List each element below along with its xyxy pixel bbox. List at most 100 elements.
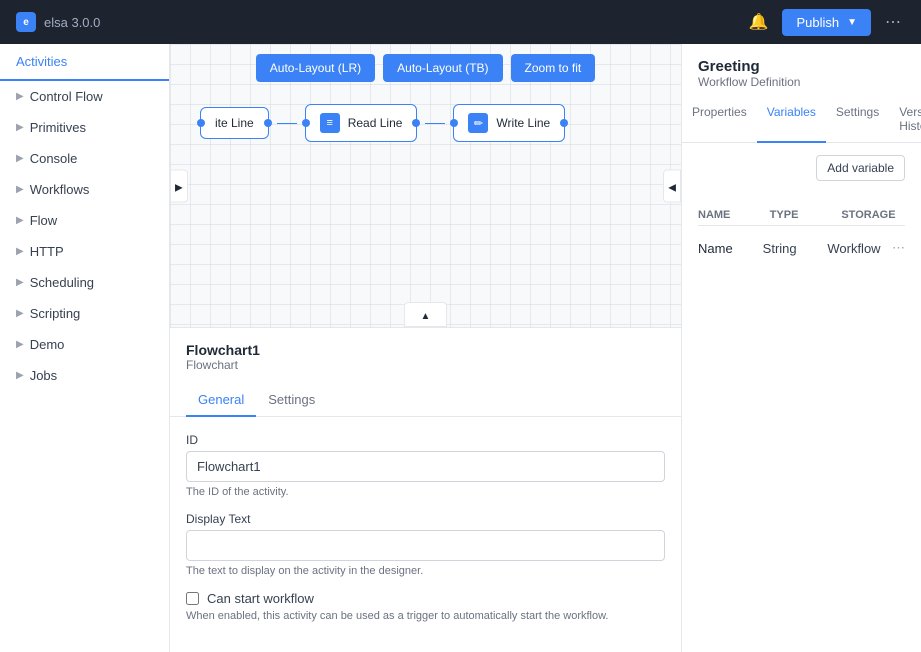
var-type: String [763, 241, 820, 256]
canvas-nodes: ite Line ≡ Read Line ✏ [170, 104, 681, 142]
id-field-group: ID The ID of the activity. [186, 433, 665, 498]
flow-node-write-line-2[interactable]: ✏ Write Line [453, 104, 565, 142]
bottom-panel: Flowchart1 Flowchart General Settings ID… [170, 327, 681, 652]
node-port-left [197, 119, 205, 127]
can-start-group: Can start workflow When enabled, this ac… [186, 591, 665, 622]
flow-node-write-line-1[interactable]: ite Line [200, 107, 269, 139]
sidebar-item-console[interactable]: ▶ Console [0, 143, 169, 174]
chevron-right-icon: ▶ [16, 215, 24, 226]
bottom-panel-toggle[interactable]: ▲ [404, 302, 448, 327]
tab-properties[interactable]: Properties [682, 97, 757, 143]
var-name: Name [698, 241, 755, 256]
id-hint: The ID of the activity. [186, 486, 665, 498]
right-panel-content: Add variable NAME TYPE STORAGE Name Stri… [682, 143, 921, 652]
col-header-type: TYPE [770, 209, 834, 221]
display-text-field-group: Display Text The text to display on the … [186, 512, 665, 577]
chevron-right-icon: ▶ [16, 153, 24, 164]
table-header: NAME TYPE STORAGE [698, 205, 905, 226]
right-panel: Greeting Workflow Definition Properties … [681, 44, 921, 652]
chevron-left-icon: ◀ [668, 182, 676, 193]
sidebar-item-demo[interactable]: ▶ Demo [0, 329, 169, 360]
tab-settings[interactable]: Settings [826, 97, 889, 143]
workflow-subtitle: Workflow Definition [698, 75, 905, 89]
sidebar-item-scheduling[interactable]: ▶ Scheduling [0, 267, 169, 298]
bottom-panel-content: ID The ID of the activity. Display Text … [170, 417, 681, 652]
connector-line [277, 123, 297, 124]
chevron-right-icon: ▶ [16, 370, 24, 381]
chevron-right-icon: ▶ [16, 339, 24, 350]
col-header-storage: STORAGE [841, 209, 905, 221]
tab-general[interactable]: General [186, 384, 256, 417]
display-text-input[interactable] [186, 530, 665, 561]
table-row: Name String Workflow ⋯ [698, 234, 905, 262]
right-panel-header: Greeting Workflow Definition [682, 44, 921, 89]
tab-version-history[interactable]: Version History [889, 97, 921, 143]
add-variable-button[interactable]: Add variable [816, 155, 905, 181]
connector-line-2 [425, 123, 445, 124]
chevron-right-icon: ▶ [16, 308, 24, 319]
col-header-name: NAME [698, 209, 762, 221]
tab-settings[interactable]: Settings [256, 384, 327, 417]
bottom-panel-tabs: General Settings [170, 384, 681, 417]
sidebar-item-jobs[interactable]: ▶ Jobs [0, 360, 169, 391]
node-port-right [412, 119, 420, 127]
auto-layout-lr-button[interactable]: Auto-Layout (LR) [256, 54, 375, 82]
right-panel-tabs: Properties Variables Settings Version Hi… [682, 97, 921, 143]
can-start-label: Can start workflow [207, 591, 314, 606]
flow-node-read-line[interactable]: ≡ Read Line [305, 104, 418, 142]
main-layout: Activities ▶ Control Flow ▶ Primitives ▶… [0, 44, 921, 652]
variables-table: NAME TYPE STORAGE Name String Workflow ⋯ [698, 205, 905, 262]
canvas-toolbar: Auto-Layout (LR) Auto-Layout (TB) Zoom t… [170, 44, 681, 92]
activity-subtitle: Flowchart [186, 358, 665, 372]
sidebar: Activities ▶ Control Flow ▶ Primitives ▶… [0, 44, 170, 652]
more-options-button[interactable]: ⋯ [881, 8, 905, 36]
node-port-left [450, 119, 458, 127]
chevron-right-icon: ▶ [16, 246, 24, 257]
id-input[interactable] [186, 451, 665, 482]
sidebar-item-http[interactable]: ▶ HTTP [0, 236, 169, 267]
bottom-panel-header: Flowchart1 Flowchart [170, 328, 681, 376]
display-text-hint: The text to display on the activity in t… [186, 565, 665, 577]
sidebar-item-scripting[interactable]: ▶ Scripting [0, 298, 169, 329]
chevron-right-icon: ▶ [16, 184, 24, 195]
left-expand-button[interactable]: ▶ [170, 169, 188, 202]
node-port-left [302, 119, 310, 127]
sidebar-item-control-flow[interactable]: ▶ Control Flow [0, 81, 169, 112]
node-port-right [560, 119, 568, 127]
app-logo: e elsa 3.0.0 [16, 12, 100, 32]
display-text-label: Display Text [186, 512, 665, 526]
sidebar-item-primitives[interactable]: ▶ Primitives [0, 112, 169, 143]
publish-button[interactable]: Publish ▼ [782, 9, 871, 36]
topbar-right: 🔔 Publish ▼ ⋯ [745, 8, 905, 36]
node-label: Write Line [496, 116, 550, 130]
auto-layout-tb-button[interactable]: Auto-Layout (TB) [383, 54, 502, 82]
can-start-row: Can start workflow [186, 591, 665, 606]
right-collapse-button[interactable]: ◀ [663, 169, 681, 202]
logo-icon: e [16, 12, 36, 32]
workflow-canvas[interactable]: Auto-Layout (LR) Auto-Layout (TB) Zoom t… [170, 44, 681, 327]
tab-variables[interactable]: Variables [757, 97, 826, 143]
topbar: e elsa 3.0.0 🔔 Publish ▼ ⋯ [0, 0, 921, 44]
sidebar-item-flow[interactable]: ▶ Flow [0, 205, 169, 236]
id-label: ID [186, 433, 665, 447]
chevron-right-icon: ▶ [175, 182, 183, 193]
read-line-icon: ≡ [320, 113, 340, 133]
publish-caret-icon: ▼ [847, 17, 857, 28]
var-storage: Workflow [827, 241, 884, 256]
write-line-icon: ✏ [468, 113, 488, 133]
sidebar-tab-activities[interactable]: Activities [0, 44, 169, 81]
node-port-right [264, 119, 272, 127]
sidebar-item-workflows[interactable]: ▶ Workflows [0, 174, 169, 205]
activity-title: Flowchart1 [186, 342, 665, 358]
zoom-to-fit-button[interactable]: Zoom to fit [511, 54, 596, 82]
node-label: Read Line [348, 116, 403, 130]
can-start-hint: When enabled, this activity can be used … [186, 610, 665, 622]
can-start-checkbox[interactable] [186, 592, 199, 605]
chevron-right-icon: ▶ [16, 122, 24, 133]
app-name: elsa 3.0.0 [44, 15, 100, 30]
node-label: ite Line [215, 116, 254, 130]
chevron-up-icon: ▲ [421, 311, 431, 322]
notification-bell[interactable]: 🔔 [745, 8, 773, 36]
chevron-right-icon: ▶ [16, 91, 24, 102]
var-row-menu-button[interactable]: ⋯ [892, 240, 905, 256]
